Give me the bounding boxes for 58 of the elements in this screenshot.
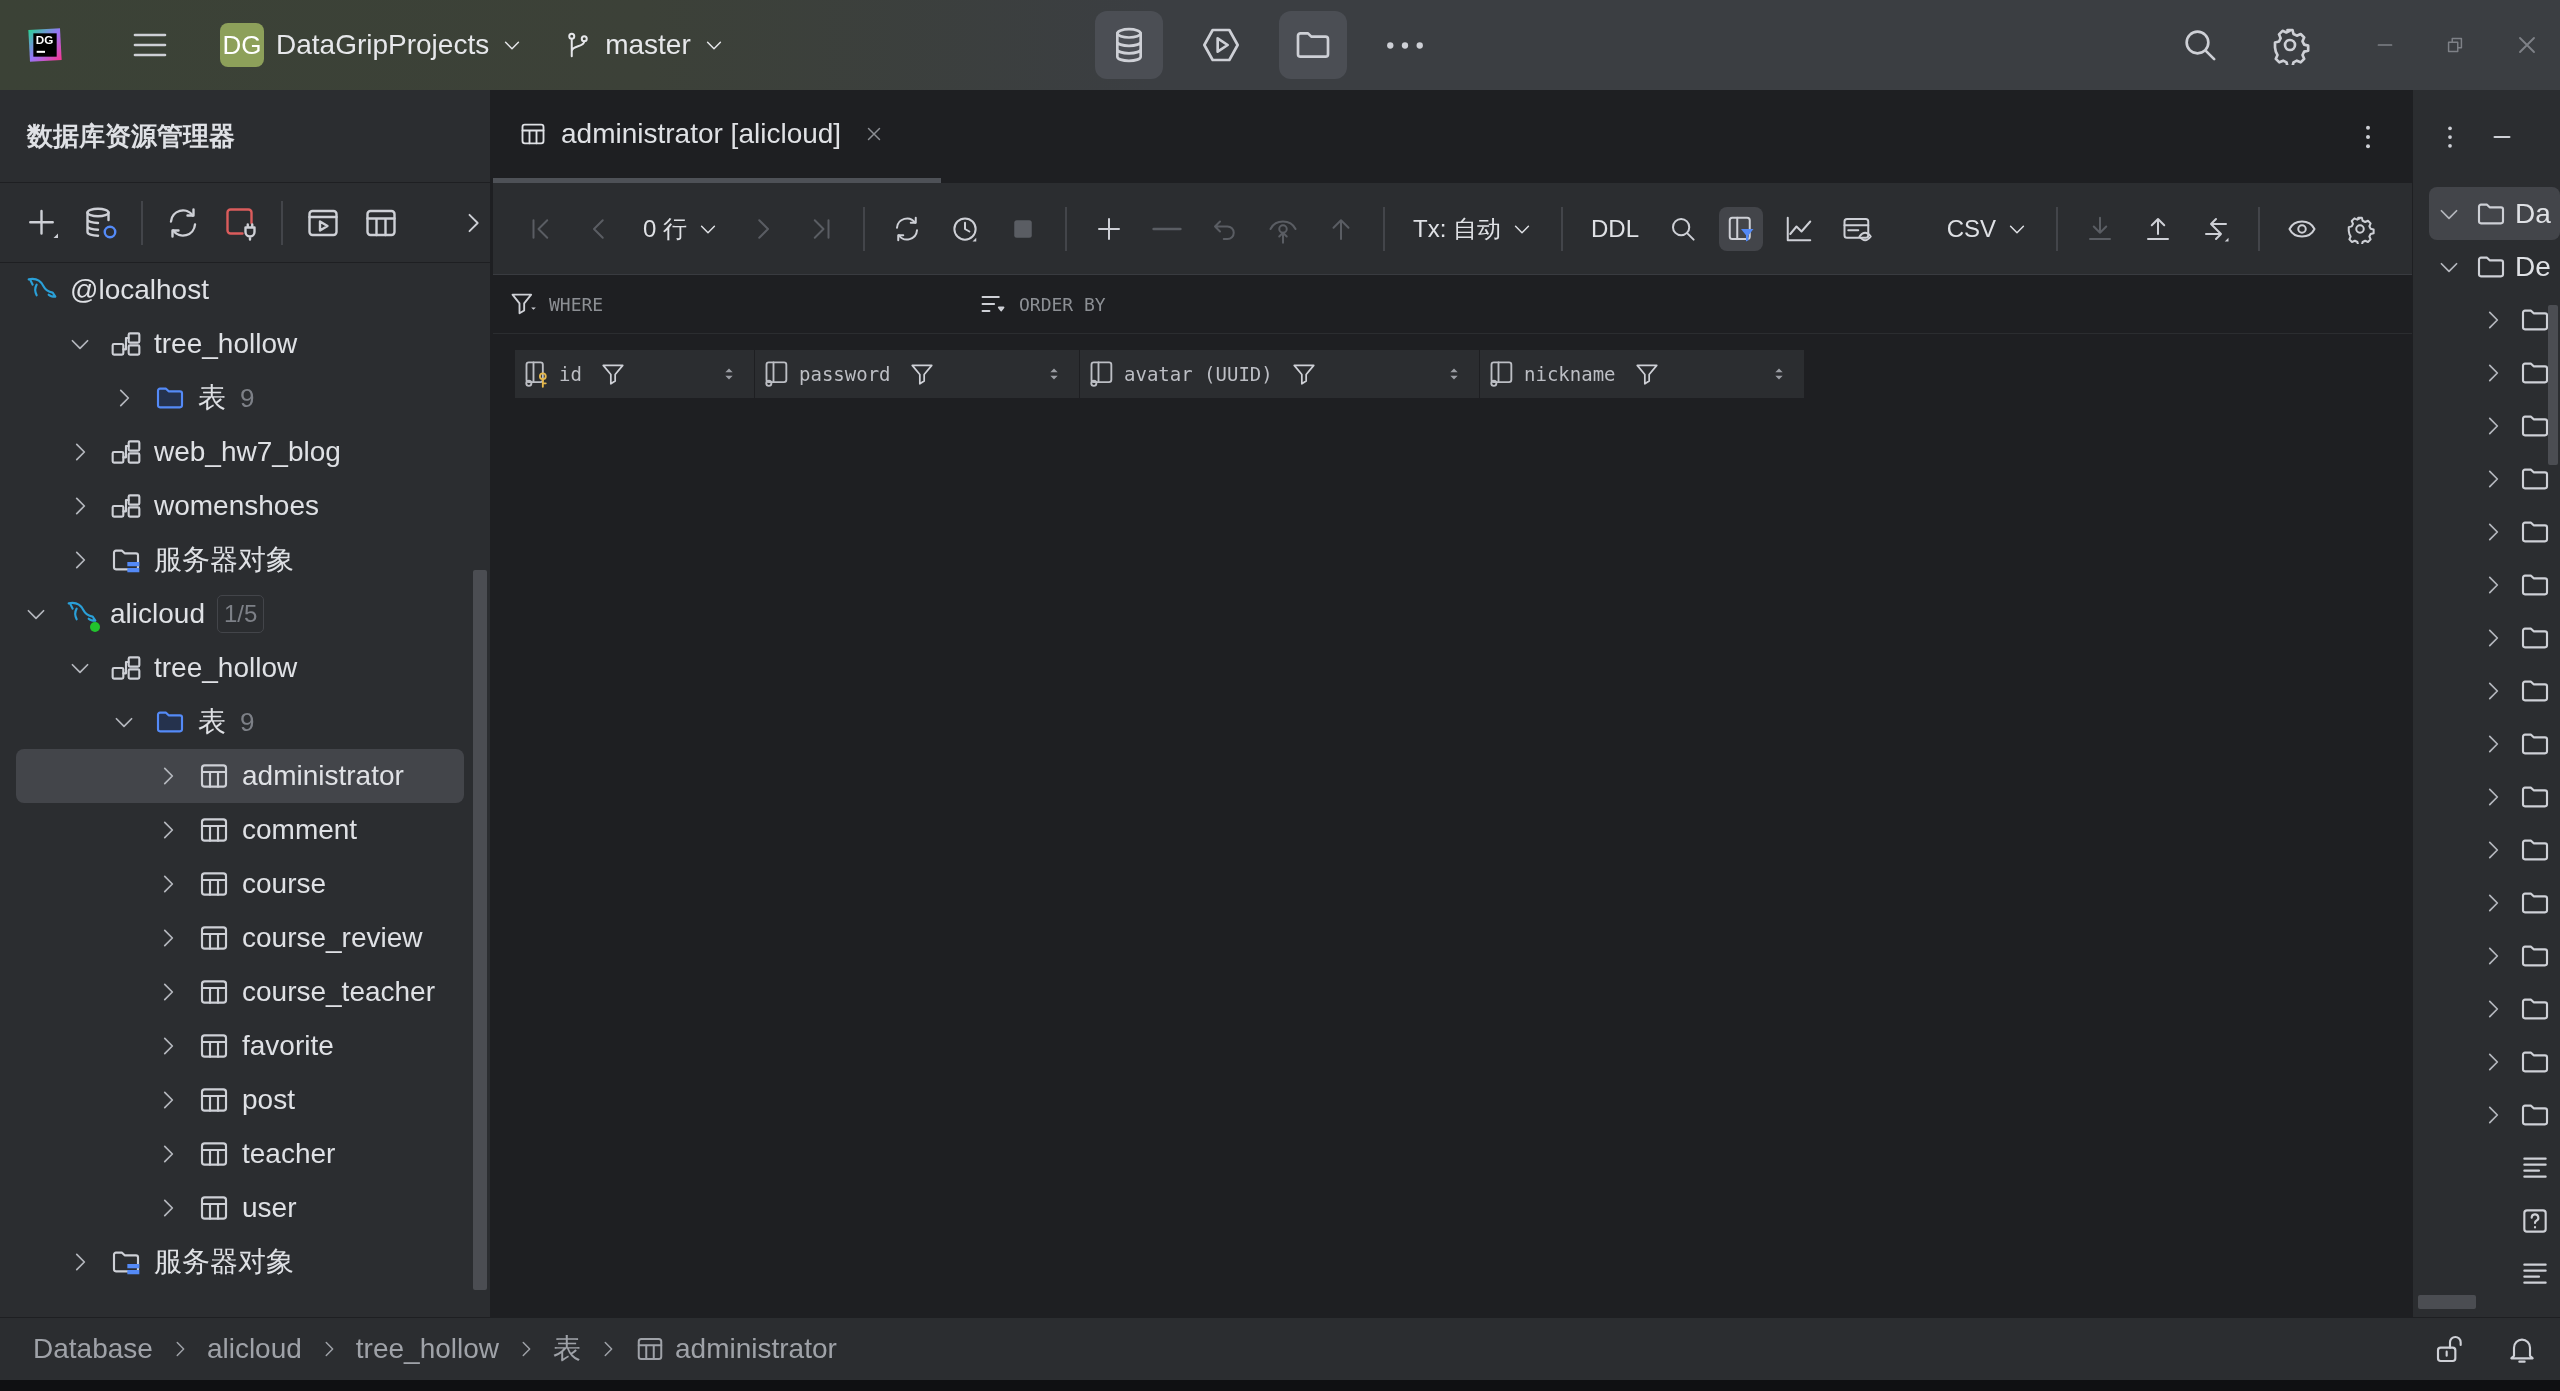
database-tool-button[interactable] bbox=[1095, 11, 1163, 79]
project-badge: DG bbox=[220, 23, 264, 67]
tree-item[interactable]: course_review bbox=[16, 911, 464, 965]
tree-item[interactable]: comment bbox=[16, 803, 464, 857]
breadcrumb[interactable]: Database bbox=[33, 1333, 153, 1365]
filter-icon[interactable] bbox=[1290, 361, 1317, 387]
panel-title: 数据库资源管理器 bbox=[27, 119, 235, 153]
filter-panel-button[interactable] bbox=[1719, 207, 1764, 251]
page-size-dropdown[interactable]: 0 行 bbox=[635, 207, 727, 251]
transaction-mode-dropdown[interactable]: Tx: 自动 bbox=[1405, 207, 1541, 251]
tree-item[interactable]: teacher bbox=[16, 1127, 464, 1181]
tree-item[interactable]: tree_hollow bbox=[16, 317, 464, 371]
column-header[interactable]: avatar (UUID) bbox=[1080, 350, 1480, 398]
tree-item[interactable]: tree_hollow bbox=[16, 641, 464, 695]
tree-item[interactable]: course bbox=[16, 857, 464, 911]
project-selector[interactable]: DG DataGripProjects bbox=[220, 23, 524, 67]
more-icon bbox=[1385, 39, 1425, 51]
where-filter-field[interactable]: WHERE bbox=[547, 292, 851, 316]
column-header[interactable]: nickname bbox=[1480, 350, 1805, 398]
tree-item[interactable]: post bbox=[16, 1073, 464, 1127]
filter-icon[interactable] bbox=[599, 361, 626, 387]
column-header[interactable]: password bbox=[755, 350, 1080, 398]
delete-row-icon bbox=[1152, 227, 1182, 231]
tree-item[interactable]: course_teacher bbox=[16, 965, 464, 1019]
breadcrumb[interactable]: alicloud bbox=[206, 1333, 302, 1365]
tree-item[interactable]: alicloud 1/5 bbox=[16, 587, 464, 641]
item-count: 9 bbox=[240, 706, 255, 738]
tree-item[interactable]: favorite bbox=[16, 1019, 464, 1073]
tree-item[interactable]: @localhost bbox=[16, 263, 464, 317]
tree-item[interactable]: 表 9 bbox=[16, 371, 464, 425]
app-logo[interactable]: DG bbox=[25, 25, 65, 65]
ddl-button[interactable]: DDL bbox=[1583, 207, 1648, 251]
breadcrumb[interactable]: tree_hollow bbox=[355, 1333, 500, 1365]
scrollbar[interactable] bbox=[473, 570, 487, 1290]
tree-item[interactable]: womenshoes bbox=[16, 479, 464, 533]
tree-item[interactable]: 表 9 bbox=[16, 695, 464, 749]
breadcrumb[interactable]: 表 bbox=[553, 1330, 582, 1368]
filter-icon[interactable] bbox=[908, 361, 935, 387]
export-format-dropdown[interactable]: CSV bbox=[1938, 207, 2036, 251]
tree-item[interactable]: web_hw7_blog bbox=[16, 425, 464, 479]
settings-icon bbox=[2345, 214, 2375, 244]
tree-item[interactable]: De bbox=[2429, 240, 2560, 293]
tree-item[interactable]: 服务器对象 bbox=[16, 1235, 464, 1289]
scrollbar[interactable] bbox=[2548, 305, 2558, 465]
session-badge: 1/5 bbox=[216, 595, 265, 633]
folder-tool-button[interactable] bbox=[1279, 11, 1347, 79]
filter-icon[interactable] bbox=[1633, 361, 1660, 387]
history-icon bbox=[950, 214, 980, 244]
order-by-field[interactable]: ORDER BY bbox=[1017, 292, 1321, 316]
tree-item[interactable]: Da bbox=[2429, 187, 2560, 240]
scrollbar[interactable] bbox=[2418, 1295, 2476, 1309]
breadcrumb[interactable]: administrator bbox=[635, 1333, 837, 1365]
tree-item[interactable]: user bbox=[16, 1181, 464, 1235]
tree-item[interactable]: 服务器对象 bbox=[16, 533, 464, 587]
item-count: 9 bbox=[240, 382, 255, 414]
tree-item[interactable]: administrator bbox=[16, 749, 464, 803]
column-header[interactable]: id bbox=[515, 350, 755, 398]
branch-selector[interactable]: master bbox=[563, 29, 725, 61]
